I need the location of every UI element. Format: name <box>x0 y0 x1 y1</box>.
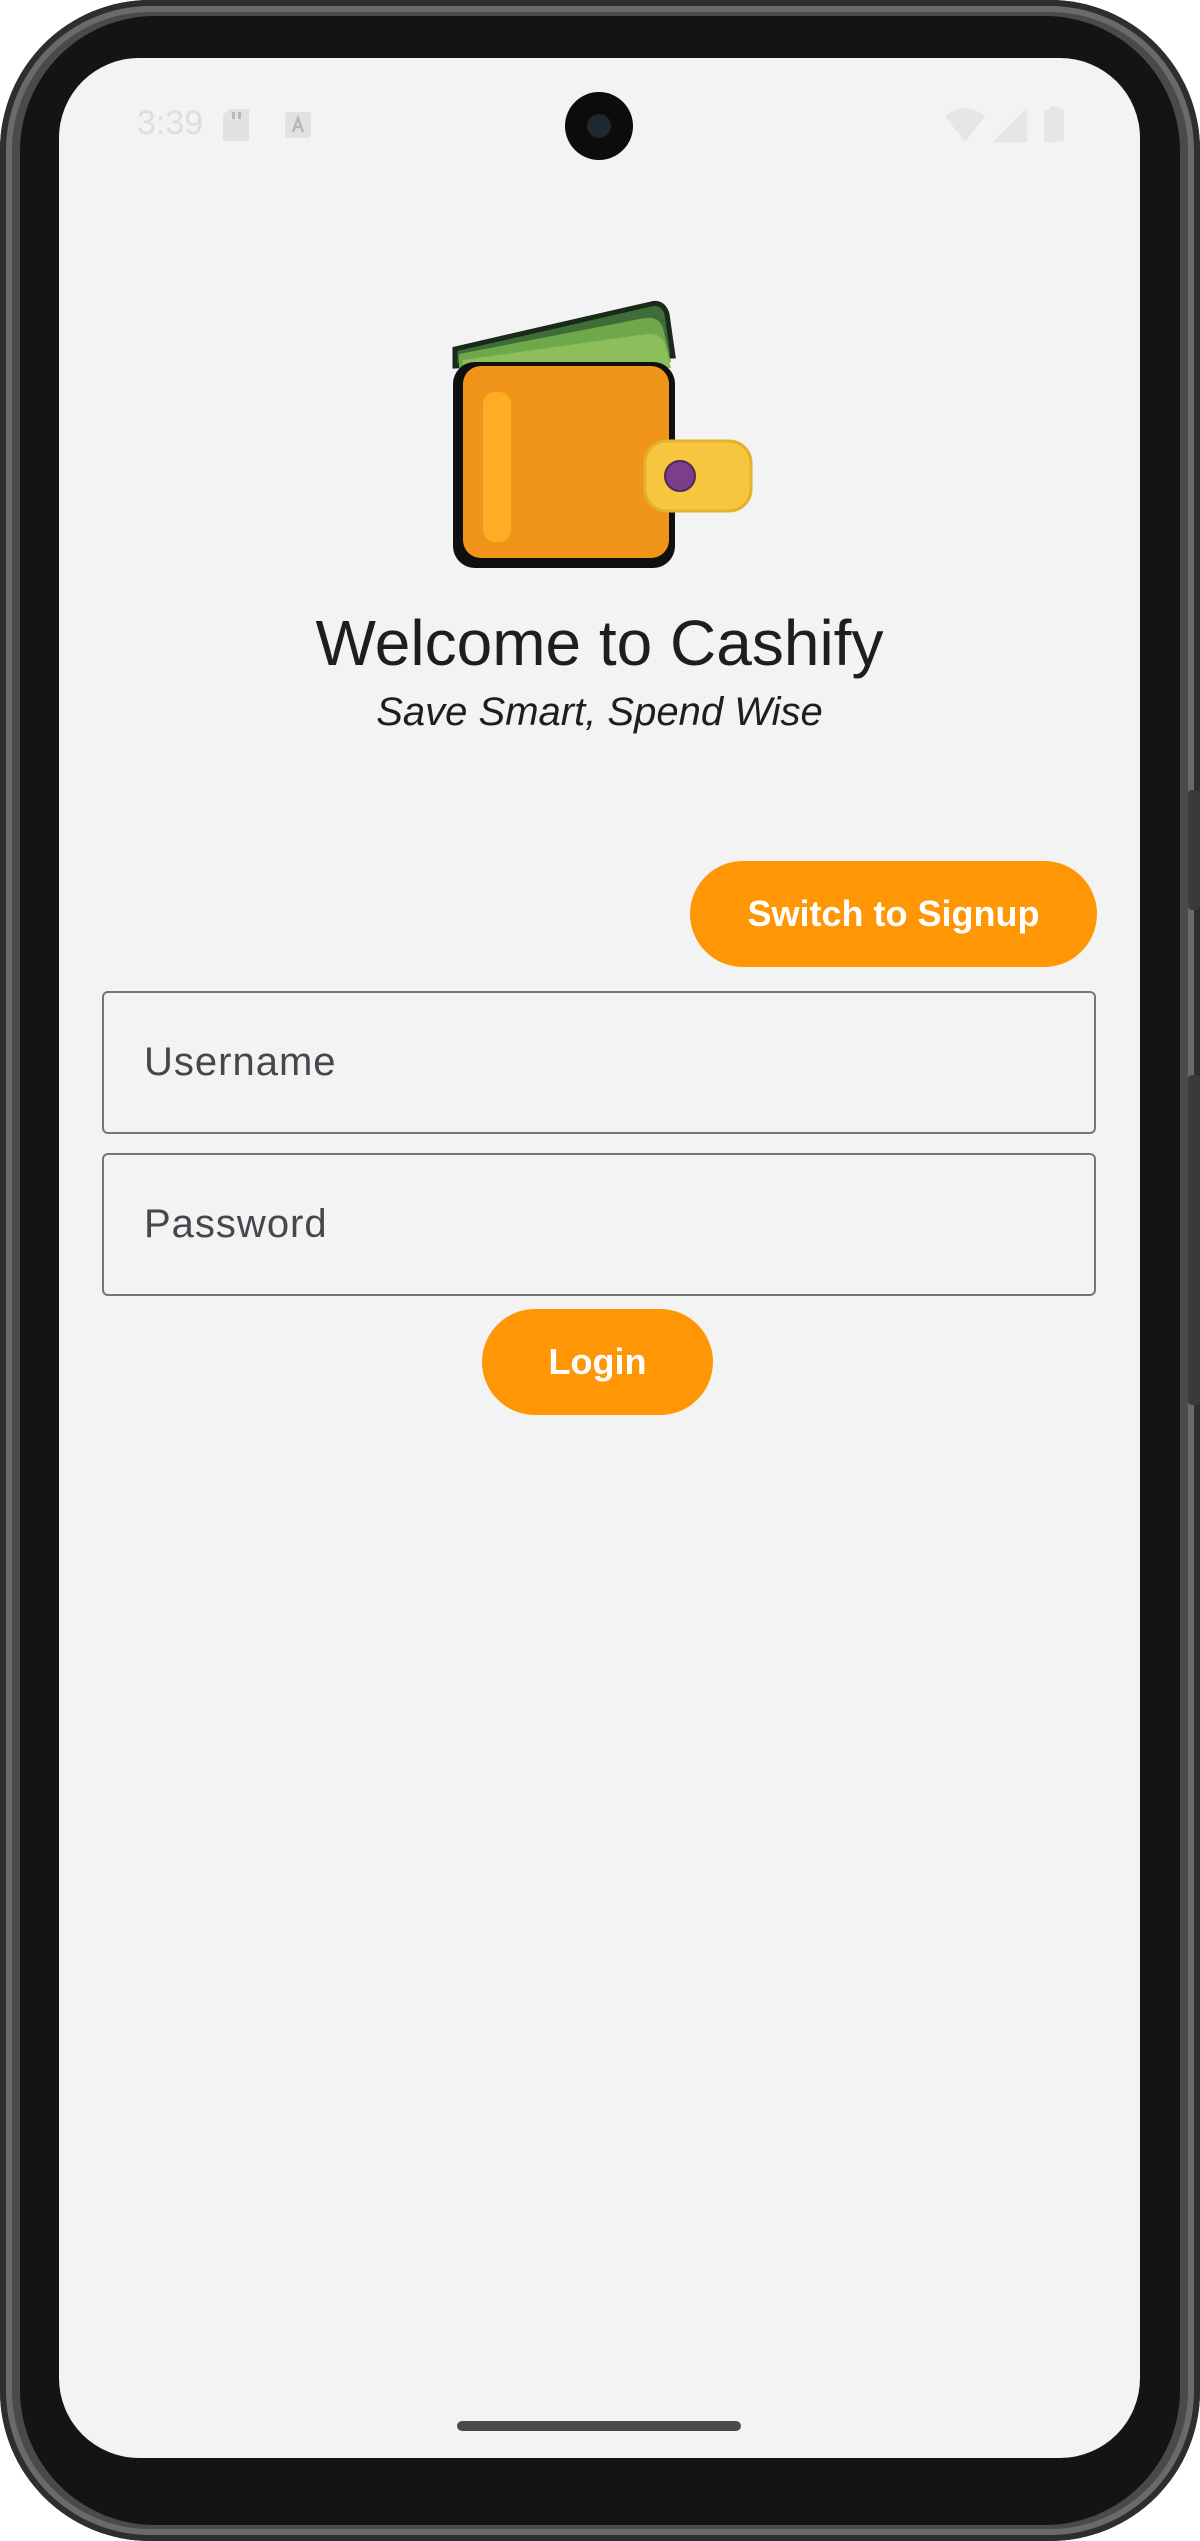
battery-icon <box>1044 106 1064 142</box>
power-button <box>1188 790 1200 910</box>
home-indicator[interactable] <box>457 2421 741 2431</box>
switch-to-signup-button[interactable]: Switch to Signup <box>690 861 1097 967</box>
status-time: 3:39 <box>137 104 204 142</box>
camera-lens <box>587 114 611 138</box>
volume-button <box>1188 1075 1200 1405</box>
password-input[interactable] <box>104 1155 1094 1294</box>
notification-a-icon <box>285 112 311 138</box>
username-field[interactable] <box>102 991 1096 1134</box>
username-input[interactable] <box>104 993 1094 1132</box>
wifi-icon <box>945 108 985 142</box>
wallet-logo <box>452 301 753 568</box>
sd-card-icon <box>223 109 249 141</box>
app-screen: 3:39 Welcome to Cashify Save Smart, Spen… <box>59 58 1140 2458</box>
front-camera <box>565 92 633 160</box>
page-title: Welcome to Cashify <box>315 607 884 679</box>
cellular-signal-icon <box>993 108 1027 142</box>
login-button[interactable]: Login <box>482 1309 713 1415</box>
tagline: Save Smart, Spend Wise <box>376 690 823 734</box>
password-field[interactable] <box>102 1153 1096 1296</box>
